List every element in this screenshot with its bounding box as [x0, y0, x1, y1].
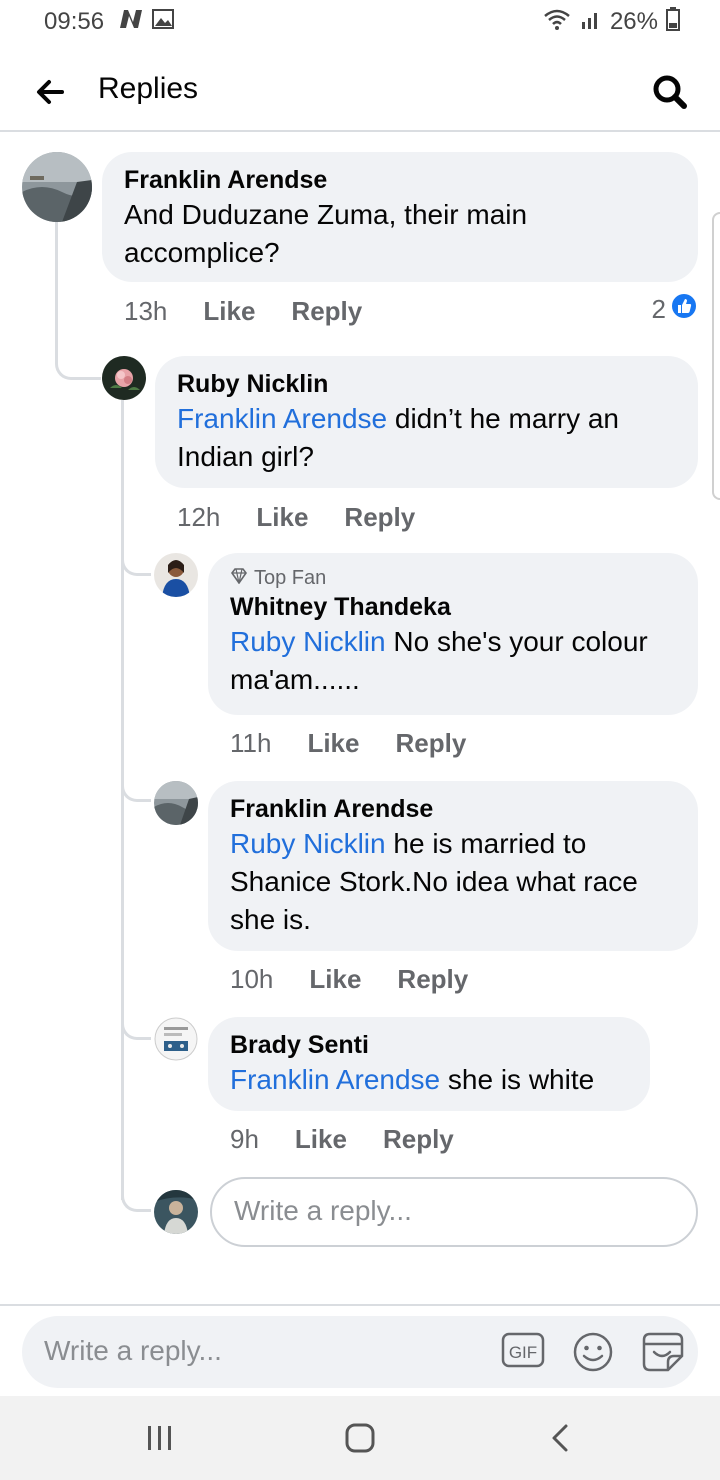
scroll-indicator: [712, 212, 720, 500]
gallery-notification-icon: [152, 8, 175, 36]
reaction-number: 2: [651, 294, 666, 324]
reply-button[interactable]: Reply: [383, 1124, 454, 1155]
comment-author[interactable]: Ruby Nicklin: [177, 368, 676, 400]
badge-label: Top Fan: [254, 567, 327, 589]
search-icon[interactable]: [650, 72, 690, 112]
mention-link[interactable]: Franklin Arendse: [177, 403, 387, 434]
top-fan-badge: Top Fan: [230, 565, 676, 591]
n-notification-icon: [118, 8, 144, 37]
comment-text: And Duduzane Zuma, their main accomplice…: [124, 199, 528, 268]
comment-bubble[interactable]: Franklin Arendse And Duduzane Zuma, thei…: [102, 152, 698, 282]
thread-line: [121, 1176, 151, 1212]
comment-author[interactable]: Franklin Arendse: [230, 793, 676, 825]
avatar[interactable]: [154, 553, 198, 597]
thread-line: [121, 400, 124, 1200]
thread-line: [121, 540, 151, 576]
like-button[interactable]: Like: [203, 296, 255, 327]
like-thumb-icon: [670, 292, 698, 327]
current-user-avatar: [154, 1190, 198, 1234]
comment-time: 10h: [230, 964, 274, 994]
status-bar: 09:56 26%: [0, 0, 720, 44]
page-title: Replies: [98, 72, 199, 105]
avatar[interactable]: [22, 152, 92, 222]
comment-actions: 13h Like Reply: [124, 296, 362, 327]
like-button[interactable]: Like: [307, 728, 359, 759]
comment-text: Franklin Arendse didn’t he marry an Indi…: [177, 400, 676, 476]
status-time: 09:56: [44, 8, 105, 35]
comment-author[interactable]: Whitney Thandeka: [230, 591, 676, 623]
app-header: Replies: [0, 54, 720, 132]
comment-author[interactable]: Brady Senti: [230, 1029, 628, 1061]
comment-time: 9h: [230, 1124, 259, 1154]
comment-text: Ruby Nicklin No she's your colour ma'am.…: [230, 623, 676, 699]
like-button[interactable]: Like: [256, 502, 308, 533]
comment-actions: 10h Like Reply: [230, 964, 468, 995]
home-icon[interactable]: [342, 1420, 378, 1456]
avatar[interactable]: [102, 356, 146, 400]
mention-link[interactable]: Ruby Nicklin: [230, 828, 386, 859]
comment-text: Ruby Nicklin he is married to Shanice St…: [230, 825, 676, 939]
inline-reply-input[interactable]: Write a reply...: [210, 1177, 698, 1247]
comment-bubble[interactable]: Ruby Nicklin Franklin Arendse didn’t he …: [155, 356, 698, 488]
thread-line: [121, 766, 151, 802]
recents-icon[interactable]: [142, 1420, 178, 1456]
thread-line: [121, 1004, 151, 1040]
comment-text: Franklin Arendse she is white: [230, 1061, 628, 1099]
avatar[interactable]: [154, 1017, 198, 1061]
reply-button[interactable]: Reply: [395, 728, 466, 759]
comment-body: she is white: [440, 1064, 595, 1095]
gif-label: GIF: [509, 1343, 537, 1362]
avatar[interactable]: [154, 781, 198, 825]
comment-actions: 11h Like Reply: [230, 728, 466, 759]
back-icon[interactable]: [544, 1420, 580, 1456]
composer-bar: Write a reply... GIF: [0, 1304, 720, 1396]
comment-actions: 9h Like Reply: [230, 1124, 454, 1155]
emoji-icon[interactable]: [571, 1330, 615, 1374]
sticker-icon[interactable]: [640, 1330, 684, 1374]
comment-time: 12h: [177, 502, 221, 532]
reply-button[interactable]: Reply: [291, 296, 362, 327]
gif-icon[interactable]: GIF: [501, 1330, 545, 1374]
comment-time: 13h: [124, 296, 168, 326]
comment-bubble[interactable]: Top Fan Whitney Thandeka Ruby Nicklin No…: [208, 553, 698, 715]
mention-link[interactable]: Franklin Arendse: [230, 1064, 440, 1095]
like-button[interactable]: Like: [295, 1124, 347, 1155]
reply-button[interactable]: Reply: [344, 502, 415, 533]
comment-author[interactable]: Franklin Arendse: [124, 164, 676, 196]
signal-icon: [580, 8, 602, 37]
comment-time: 11h: [230, 728, 272, 758]
comment-bubble[interactable]: Franklin Arendse Ruby Nicklin he is marr…: [208, 781, 698, 951]
battery-icon: [666, 6, 680, 38]
diamond-icon: [230, 565, 248, 591]
thread-line: [55, 222, 101, 380]
mention-link[interactable]: Ruby Nicklin: [230, 626, 386, 657]
wifi-icon: [542, 7, 572, 38]
battery-percent: 26%: [609, 8, 658, 35]
reaction-count[interactable]: 2: [652, 292, 698, 327]
like-button[interactable]: Like: [309, 964, 361, 995]
system-nav-bar: [0, 1396, 720, 1480]
back-arrow-icon[interactable]: [32, 74, 68, 110]
comment-actions: 12h Like Reply: [177, 502, 415, 533]
reply-button[interactable]: Reply: [397, 964, 468, 995]
comment-bubble[interactable]: Brady Senti Franklin Arendse she is whit…: [208, 1017, 650, 1111]
